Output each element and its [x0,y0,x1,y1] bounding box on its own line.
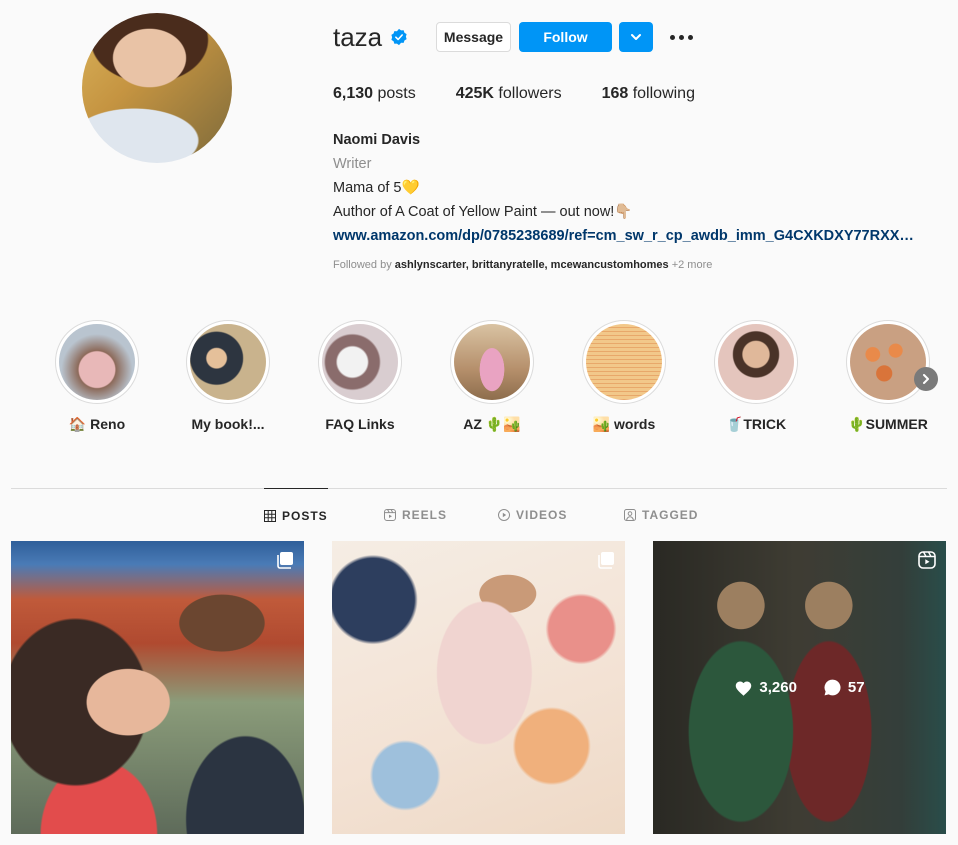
grid-icon [264,509,276,522]
followers-count[interactable]: 425K followers [456,85,562,103]
heart-icon [736,681,752,696]
post-thumbnail[interactable] [332,541,625,834]
carousel-icon [598,552,614,569]
highlight-item[interactable]: AZ 🌵🏜️ [437,320,547,433]
suggested-dropdown-button[interactable] [619,22,653,52]
tab-tagged[interactable]: TAGGED [624,488,698,542]
chevron-right-icon [923,374,929,384]
highlight-label: 🏠 Reno [68,416,126,432]
carousel-icon [277,552,293,569]
likes-count: 3,260 [734,679,797,696]
highlight-cover [59,324,135,400]
bio-line: Mama of 5💛 [333,180,420,196]
comments-count: 57 [823,678,865,697]
full-name: Naomi Davis [333,132,421,148]
category-label: Writer [333,156,372,172]
post-thumbnail[interactable]: 3,260 57 [653,541,946,834]
username-row: taza [333,22,408,52]
following-count[interactable]: 168 following [602,85,695,103]
username: taza [333,21,383,52]
post-engagement: 3,260 57 [653,541,946,834]
post-thumbnail[interactable] [11,541,304,834]
highlight-label: 🏜️ words [592,416,656,432]
highlight-item[interactable]: 🥤TRICK [701,320,811,433]
followed-by[interactable]: Followed by ashlynscarter, brittanyratel… [333,259,712,271]
chevron-down-icon [631,34,641,40]
highlight-label: FAQ Links [325,416,395,432]
tagged-icon [624,509,636,521]
tab-posts[interactable]: POSTS [264,488,328,542]
follow-button[interactable]: Follow [519,22,612,52]
bio-link[interactable]: www.amazon.com/dp/0785238689/ref=cm_sw_r… [333,224,943,248]
tab-reels[interactable]: REELS [384,488,447,542]
message-button[interactable]: Message [436,22,511,52]
profile-stats: 6,130 posts 425K followers 168 following [333,85,735,103]
story-highlights: 🏠 Reno My book!... FAQ Links AZ 🌵🏜️ 🏜️ w… [40,320,955,440]
highlight-label: 🌵SUMMER [848,416,928,432]
bio-line: Author of A Coat of Yellow Paint — out n… [333,204,633,220]
posts-count[interactable]: 6,130 posts [333,85,416,103]
profile-avatar[interactable] [82,13,232,163]
highlight-item[interactable]: My book!... [173,320,283,432]
highlight-cover [454,324,530,400]
more-options-icon[interactable] [670,29,694,45]
highlight-cover [190,324,266,400]
tabs-divider [11,488,947,489]
highlight-label: AZ 🌵🏜️ [463,416,521,432]
highlight-item[interactable]: FAQ Links [305,320,415,432]
reels-icon [384,509,396,521]
profile-bio: Naomi Davis Writer Mama of 5💛 Author of … [333,128,953,248]
video-icon [498,509,510,521]
highlight-cover [586,324,662,400]
comment-icon [824,679,841,696]
verified-badge-icon [391,28,407,46]
highlight-cover [850,324,926,400]
highlight-item[interactable]: 🏜️ words [569,320,679,433]
highlight-item[interactable]: 🏠 Reno [42,320,152,433]
tab-videos[interactable]: VIDEOS [498,488,567,542]
highlight-label: 🥤TRICK [725,416,787,432]
highlights-next-button[interactable] [914,367,938,391]
highlight-cover [322,324,398,400]
highlight-cover [718,324,794,400]
highlight-label: My book!... [191,416,265,432]
